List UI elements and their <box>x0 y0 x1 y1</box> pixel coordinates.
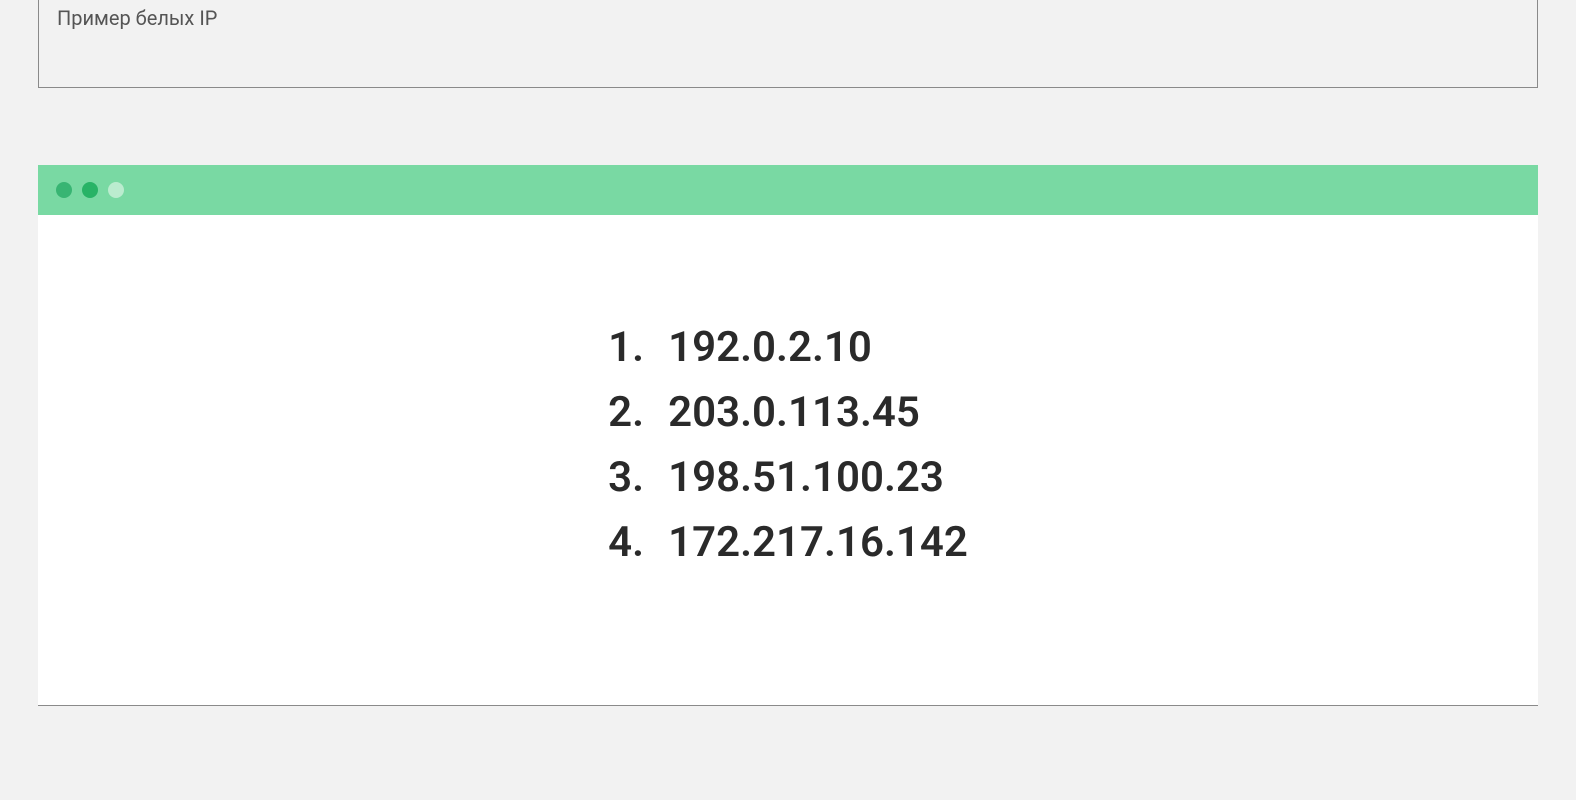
header-box: Пример белых IP <box>38 0 1538 88</box>
list-item: 2. 203.0.113.45 <box>608 380 968 445</box>
list-number: 4. <box>608 510 668 575</box>
header-label: Пример белых IP <box>57 6 217 30</box>
traffic-light-close-icon <box>56 182 72 198</box>
ip-value: 198.51.100.23 <box>668 445 944 510</box>
list-item: 4. 172.217.16.142 <box>608 510 968 575</box>
window-titlebar <box>38 165 1538 215</box>
window-content: 1. 192.0.2.10 2. 203.0.113.45 3. 198.51.… <box>38 215 1538 575</box>
example-window: 1. 192.0.2.10 2. 203.0.113.45 3. 198.51.… <box>38 165 1538 706</box>
traffic-light-zoom-icon <box>108 182 124 198</box>
list-item: 1. 192.0.2.10 <box>608 315 968 380</box>
traffic-light-minimize-icon <box>82 182 98 198</box>
list-number: 1. <box>608 315 668 380</box>
ip-value: 192.0.2.10 <box>668 315 872 380</box>
ip-value: 203.0.113.45 <box>668 380 920 445</box>
list-number: 2. <box>608 380 668 445</box>
list-number: 3. <box>608 445 668 510</box>
ip-list: 1. 192.0.2.10 2. 203.0.113.45 3. 198.51.… <box>608 315 968 575</box>
ip-value: 172.217.16.142 <box>668 510 968 575</box>
list-item: 3. 198.51.100.23 <box>608 445 968 510</box>
